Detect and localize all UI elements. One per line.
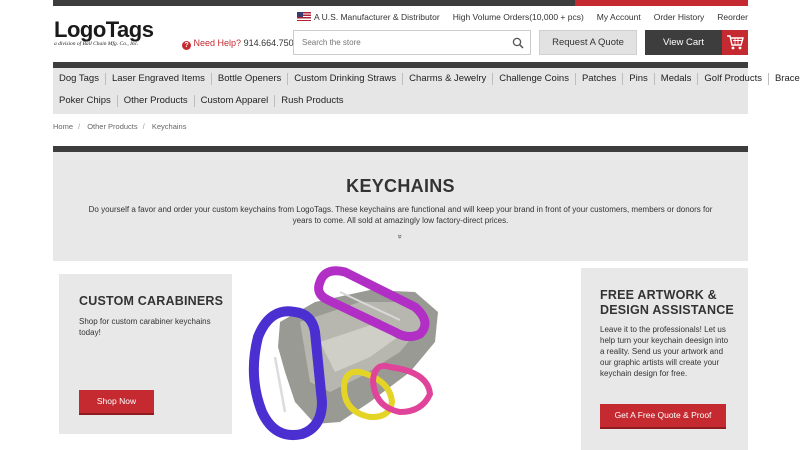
nav-item-challenge-coins[interactable]: Challenge Coins	[493, 73, 576, 85]
logo[interactable]: LogoTags a division of Ball Chain Mfg. C…	[54, 17, 154, 48]
free-quote-button[interactable]: Get A Free Quote & Proof	[600, 404, 726, 429]
utility-bar: A U.S. Manufacturer & Distributor High V…	[284, 10, 748, 24]
help-phone[interactable]: ? Need Help? 914.664.7500	[182, 38, 299, 50]
breadcrumb-current: Keychains	[151, 122, 187, 131]
logo-name: LogoTags	[54, 17, 154, 42]
breadcrumb: Home / Other Products / Keychains	[53, 122, 187, 131]
hero-banner: KEYCHAINS Do yourself a favor and order …	[53, 146, 748, 261]
artwork-panel: FREE ARTWORK & DESIGN ASSISTANCE Leave i…	[581, 268, 748, 450]
breadcrumb-home[interactable]: Home	[53, 122, 73, 131]
view-cart-button[interactable]: View Cart	[645, 30, 722, 55]
top-strip-accent	[575, 0, 748, 6]
my-account-link[interactable]: My Account	[597, 12, 641, 22]
nav-item-drinking-straws[interactable]: Custom Drinking Straws	[288, 73, 404, 85]
breadcrumb-other-products[interactable]: Other Products	[87, 122, 137, 131]
nav-item-rush-products[interactable]: Rush Products	[275, 95, 349, 107]
shop-now-button[interactable]: Shop Now	[79, 390, 154, 415]
chevron-down-icon[interactable]: »	[396, 234, 405, 238]
page-title: KEYCHAINS	[346, 176, 455, 196]
artwork-title: FREE ARTWORK & DESIGN ASSISTANCE	[600, 288, 734, 317]
high-volume-link[interactable]: High Volume Orders(10,000 + pcs)	[453, 12, 584, 22]
nav-item-laser-engraved[interactable]: Laser Engraved Items	[106, 73, 212, 85]
nav-item-poker-chips[interactable]: Poker Chips	[53, 95, 118, 107]
artwork-text: Leave it to the professionals! Let us he…	[600, 325, 729, 378]
carabiners-panel: CUSTOM CARABINERS Shop for custom carabi…	[59, 274, 232, 434]
page-description: Do yourself a favor and order your custo…	[88, 205, 713, 225]
order-history-link[interactable]: Order History	[654, 12, 705, 22]
carabiners-text: Shop for custom carabiner keychains toda…	[79, 317, 211, 337]
cart-button[interactable]	[722, 30, 748, 55]
manufacturer-note: A U.S. Manufacturer & Distributor	[297, 12, 440, 22]
phone-number: 914.664.7500	[243, 38, 299, 48]
search-icon[interactable]	[512, 37, 524, 49]
nav-item-bracelets[interactable]: Bracelets	[769, 73, 800, 85]
nav-item-custom-apparel[interactable]: Custom Apparel	[195, 95, 276, 107]
request-quote-button[interactable]: Request A Quote	[539, 30, 637, 55]
nav-item-charms-jewelry[interactable]: Charms & Jewelry	[403, 73, 494, 85]
nav-item-patches[interactable]: Patches	[576, 73, 624, 85]
nav-item-other-products[interactable]: Other Products	[118, 95, 195, 107]
nav-item-golf-products[interactable]: Golf Products	[698, 73, 769, 85]
nav-item-bottle-openers[interactable]: Bottle Openers	[212, 73, 289, 85]
nav-row-1: Dog Tags Laser Engraved Items Bottle Ope…	[53, 68, 800, 90]
nav-item-medals[interactable]: Medals	[655, 73, 699, 85]
search-box	[293, 30, 531, 55]
nav-item-dog-tags[interactable]: Dog Tags	[53, 73, 106, 85]
nav-item-pins[interactable]: Pins	[623, 73, 655, 85]
main-nav: Dog Tags Laser Engraved Items Bottle Ope…	[53, 62, 800, 114]
us-flag-icon	[297, 12, 312, 21]
search-input[interactable]	[294, 31, 494, 54]
cart-icon	[727, 35, 744, 50]
need-help-label: Need Help?	[193, 38, 242, 48]
carabiners-title: CUSTOM CARABINERS	[79, 294, 224, 308]
question-icon: ?	[182, 41, 191, 50]
reorder-link[interactable]: Reorder	[717, 12, 748, 22]
carabiners-image	[248, 266, 438, 440]
nav-row-2: Poker Chips Other Products Custom Appare…	[53, 90, 748, 112]
